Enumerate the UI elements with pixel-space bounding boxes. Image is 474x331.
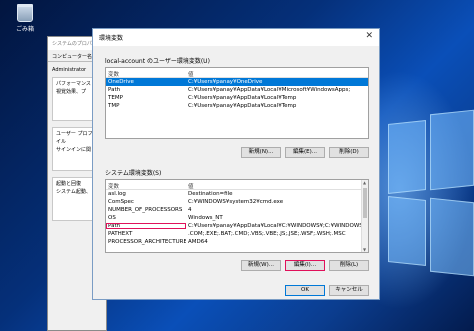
system-vars-label: システム環境変数(S): [105, 170, 162, 177]
table-row[interactable]: NUMBER_OF_PROCESSORS 4: [106, 206, 368, 214]
user-edit-button[interactable]: 編集(E)...: [285, 147, 325, 158]
system-edit-button[interactable]: 編集(I)...: [285, 260, 325, 271]
recycle-bin-label: ごみ箱: [15, 26, 34, 33]
col-value[interactable]: 値: [186, 180, 368, 190]
var-name: asl.log: [108, 191, 126, 197]
user-vars-label: local-account のユーザー環境変数(U): [105, 58, 210, 65]
var-value: C:¥Users¥panay¥OneDrive: [188, 79, 263, 85]
table-row[interactable]: TMP C:¥Users¥panay¥AppData¥Local¥Temp: [106, 102, 368, 110]
scroll-up-icon[interactable]: ▲: [363, 180, 366, 185]
recycle-bin[interactable]: ごみ箱: [8, 4, 42, 33]
var-value: .COM;.EXE;.BAT;.CMD;.VBS;.VBE;.JS;.JSE;.…: [188, 231, 346, 237]
var-name: TEMP: [108, 95, 123, 101]
var-value: AMD64: [188, 239, 208, 245]
table-row[interactable]: ComSpec C:¥WINDOWS¥system32¥cmd.exe: [106, 198, 368, 206]
table-row[interactable]: OS Windows_NT: [106, 214, 368, 222]
var-name: PATHEXT: [108, 231, 133, 237]
windows-logo-wallpaper: [388, 108, 474, 278]
col-value[interactable]: 値: [186, 68, 368, 78]
var-value: Destination=file: [188, 191, 233, 197]
environment-variables-dialog[interactable]: 環境変数 ✕ local-account のユーザー環境変数(U) 変数 値 O…: [92, 28, 380, 300]
table-row[interactable]: OneDrive C:¥Users¥panay¥OneDrive: [106, 78, 368, 86]
system-new-button[interactable]: 新規(W)...: [241, 260, 281, 271]
recycle-bin-icon: [17, 4, 33, 22]
var-value: C:¥Users¥panay¥AppData¥Local¥Microsoft¥W…: [188, 87, 351, 93]
var-name: NUMBER_OF_PROCESSORS: [108, 207, 183, 213]
var-name: OS: [108, 215, 116, 221]
user-new-button[interactable]: 新規(N)...: [241, 147, 281, 158]
var-value: C:¥WINDOWS¥system32¥cmd.exe: [188, 199, 284, 205]
var-value: Windows_NT: [188, 215, 223, 221]
system-vars-list[interactable]: 変数 値 asl.log Destination=file ComSpec C:¥WI…: [105, 179, 369, 253]
ok-button[interactable]: OK: [285, 285, 325, 296]
var-value: C:¥Users¥panay¥AppData¥Local¥Temp: [188, 95, 297, 101]
dialog-title: 環境変数: [99, 35, 124, 42]
col-variable[interactable]: 変数: [106, 68, 186, 78]
scroll-down-icon[interactable]: ▼: [363, 247, 366, 252]
var-name: TMP: [108, 103, 120, 109]
scroll-thumb[interactable]: [363, 188, 367, 218]
close-icon[interactable]: ✕: [365, 31, 373, 41]
table-row[interactable]: Path C:¥Users¥panay¥AppData¥Local¥Microso…: [106, 86, 368, 94]
table-row[interactable]: PATHEXT .COM;.EXE;.BAT;.CMD;.VBS;.VBE;.JS…: [106, 230, 368, 238]
system-delete-button[interactable]: 削除(L): [329, 260, 369, 271]
user-delete-button[interactable]: 削除(D): [329, 147, 369, 158]
table-row[interactable]: PROCESSOR_ARCHITECTURE AMD64: [106, 238, 368, 246]
table-row[interactable]: asl.log Destination=file: [106, 190, 368, 198]
table-row[interactable]: Path C:¥Users¥panay¥AppData¥Local¥C:¥WIND…: [106, 222, 368, 230]
table-row[interactable]: TEMP C:¥Users¥panay¥AppData¥Local¥Temp: [106, 94, 368, 102]
col-variable[interactable]: 変数: [106, 180, 186, 190]
tab-computer-name[interactable]: コンピューター名: [52, 54, 92, 60]
var-name: ComSpec: [108, 199, 134, 205]
var-value: 4: [188, 207, 192, 213]
var-name: PROCESSOR_ARCHITECTURE: [108, 239, 186, 245]
user-vars-list[interactable]: 変数 値 OneDrive C:¥Users¥panay¥OneDrive Path…: [105, 67, 369, 139]
cancel-button[interactable]: キャンセル: [329, 285, 369, 296]
system-vars-scrollbar[interactable]: ▲ ▼: [361, 180, 368, 252]
var-name: Path: [106, 223, 186, 229]
var-name: OneDrive: [108, 79, 134, 85]
var-name: Path: [108, 87, 121, 93]
var-value: C:¥Users¥panay¥AppData¥Local¥C:¥WINDOWS¥…: [188, 223, 368, 229]
var-value: C:¥Users¥panay¥AppData¥Local¥Temp: [188, 103, 297, 109]
